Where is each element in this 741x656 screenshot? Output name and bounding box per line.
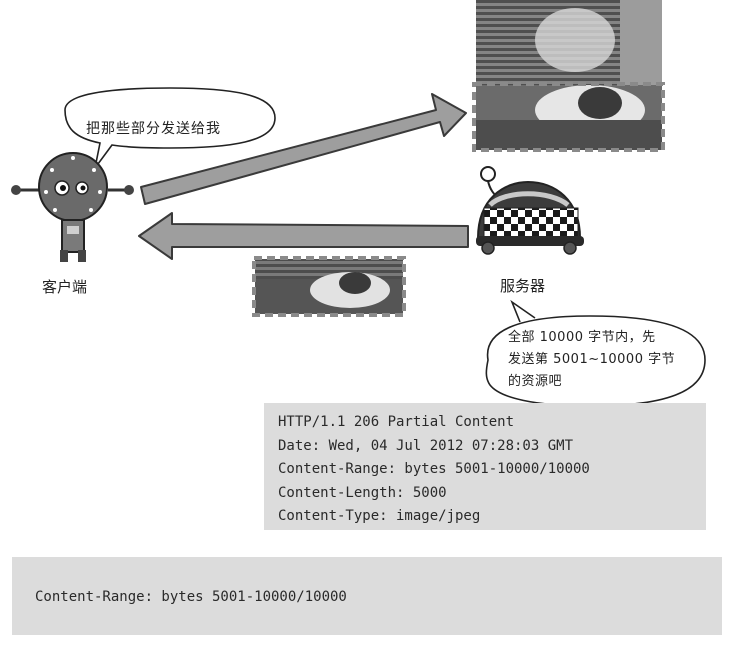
- content-type-header: Content-Type: image/jpeg: [278, 508, 481, 524]
- content-range-example: Content-Range: bytes 5001-10000/10000: [12, 557, 722, 635]
- response-arrow: [138, 212, 469, 260]
- status-line: HTTP/1.1 206 Partial Content: [278, 414, 515, 430]
- date-header: Date: Wed, 04 Jul 2012 07:28:03 GMT: [278, 437, 574, 454]
- server-reply-line: 全部 10000 字节内，先: [508, 330, 656, 345]
- full-image: [476, 0, 662, 150]
- server-robot-icon: [476, 166, 584, 255]
- server-reply-line: 发送第 5001~10000 字节: [508, 352, 676, 367]
- content-range-header: Content-Range: bytes 5001-10000/10000: [278, 461, 590, 477]
- client-robot-icon: [11, 152, 134, 262]
- server-reply-text: 全部 10000 字节内，先 发送第 5001~10000 字节 的资源吧: [508, 327, 675, 393]
- http-response-block: HTTP/1.1 206 Partial Content Date: Wed, …: [264, 403, 706, 530]
- server-label: 服务器: [500, 277, 546, 295]
- client-request-text: 把那些部分发送给我: [86, 121, 221, 137]
- content-length-header: Content-Length: 5000: [278, 484, 447, 501]
- partial-image: [255, 259, 403, 314]
- client-label: 客户端: [42, 278, 88, 296]
- server-reply-line: 的资源吧: [508, 374, 563, 389]
